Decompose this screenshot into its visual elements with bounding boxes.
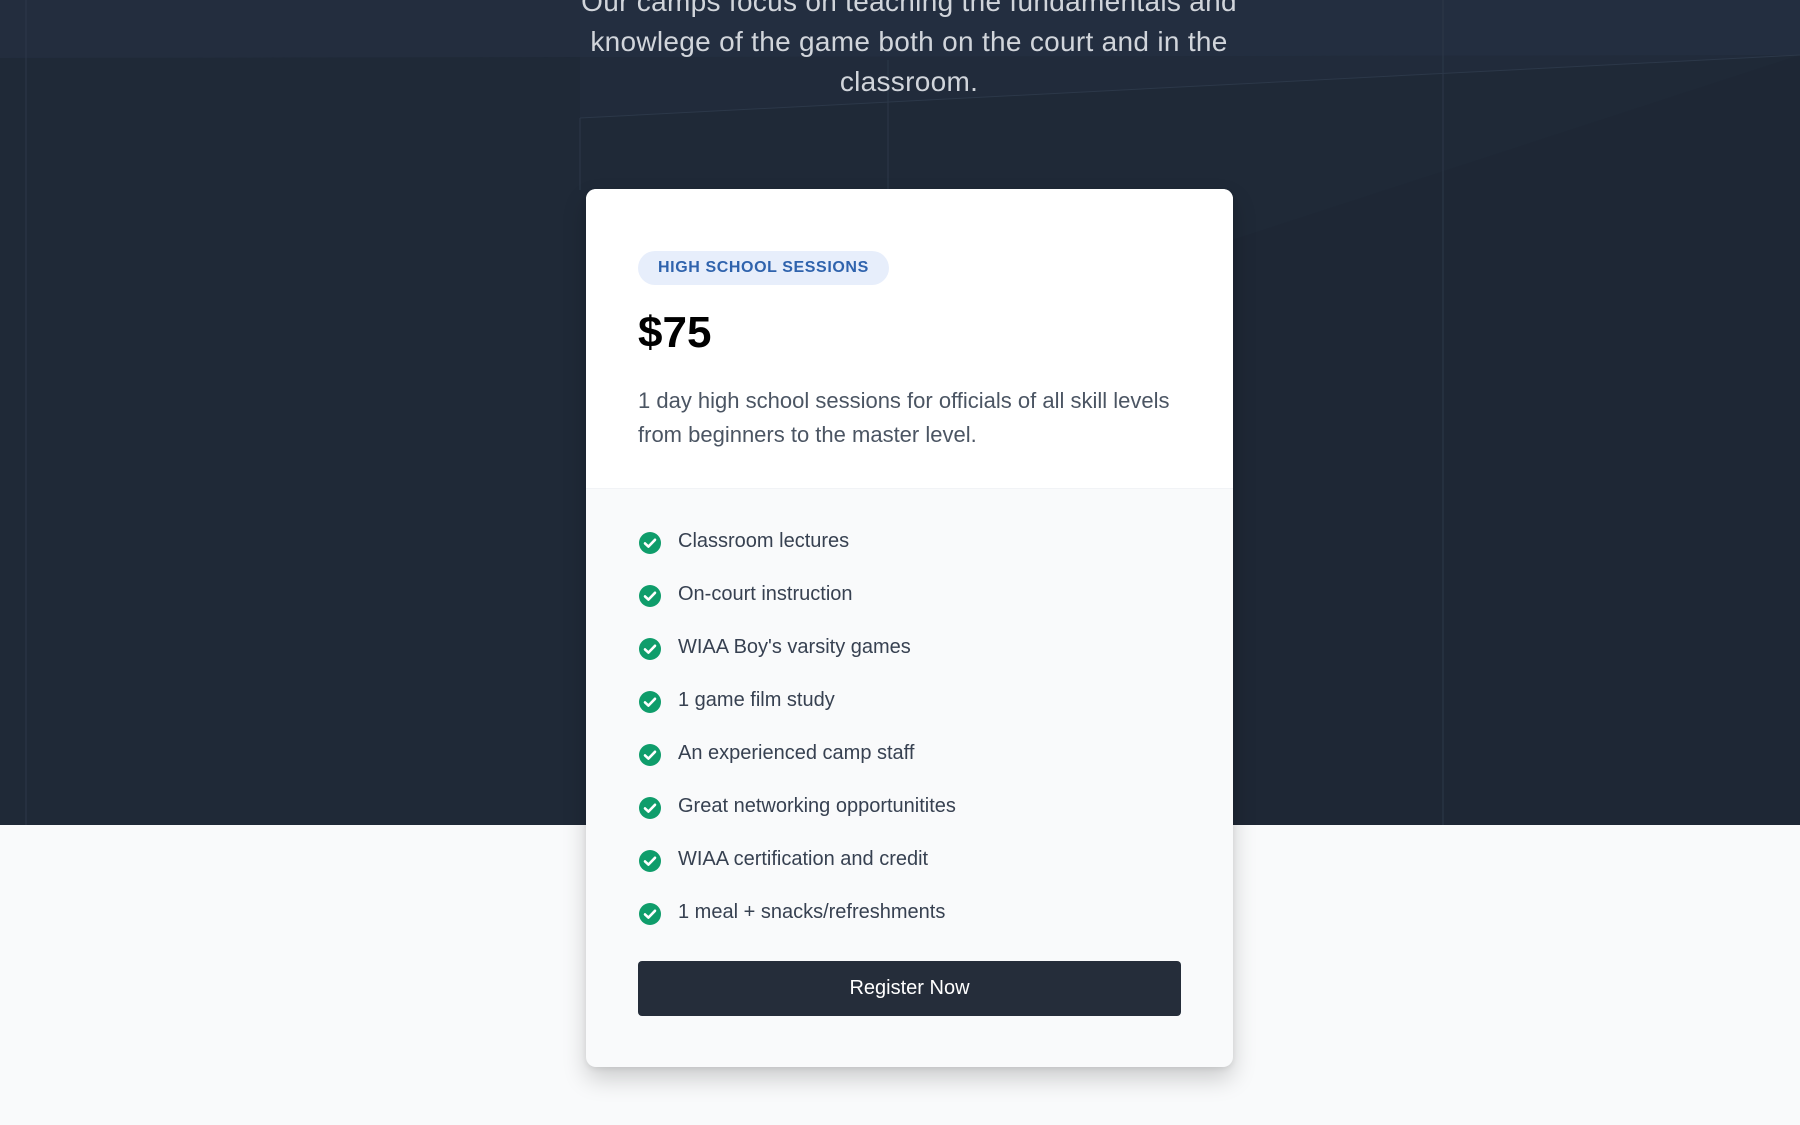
feature-item: On-court instruction (638, 567, 956, 620)
feature-item: An experienced camp staff (638, 726, 956, 779)
check-circle-icon (639, 637, 661, 660)
feature-label: 1 meal + snacks/refreshments (678, 900, 946, 923)
feature-label: 1 game film study (678, 688, 835, 711)
feature-item: 1 meal + snacks/refreshments (638, 885, 956, 938)
intro-text: Our camps focus on teaching the fundamen… (581, 0, 1237, 97)
feature-item: WIAA Boy's varsity games (638, 620, 956, 673)
register-now-button[interactable]: Register Now (638, 961, 1181, 1016)
check-circle-icon (639, 690, 661, 713)
pricing-card-header: HIGH SCHOOL SESSIONS $75 1 day high scho… (586, 189, 1233, 489)
feature-label: Great networking opportunitites (678, 794, 956, 817)
feature-label: WIAA certification and credit (678, 847, 929, 870)
check-circle-icon (639, 584, 661, 607)
feature-item: Great networking opportunitites (638, 779, 956, 832)
feature-label: Classroom lectures (678, 529, 850, 552)
session-type-badge: HIGH SCHOOL SESSIONS (638, 251, 889, 285)
feature-item: 1 game film study (638, 673, 956, 726)
check-circle-icon (639, 902, 661, 925)
check-circle-icon (639, 796, 661, 819)
price: $75 (638, 308, 712, 357)
feature-item: WIAA certification and credit (638, 832, 956, 885)
feature-label: An experienced camp staff (678, 741, 915, 764)
feature-label: WIAA Boy's varsity games (678, 635, 911, 658)
feature-list: Classroom lectures On-court instruction WI… (638, 514, 956, 938)
session-description: 1 day high school sessions for officials… (638, 388, 1170, 447)
pricing-card: HIGH SCHOOL SESSIONS $75 1 day high scho… (586, 189, 1233, 1067)
feature-label: On-court instruction (678, 582, 853, 605)
check-circle-icon (639, 531, 661, 554)
check-circle-icon (639, 849, 661, 872)
feature-item: Classroom lectures (638, 514, 956, 567)
check-circle-icon (639, 743, 661, 766)
